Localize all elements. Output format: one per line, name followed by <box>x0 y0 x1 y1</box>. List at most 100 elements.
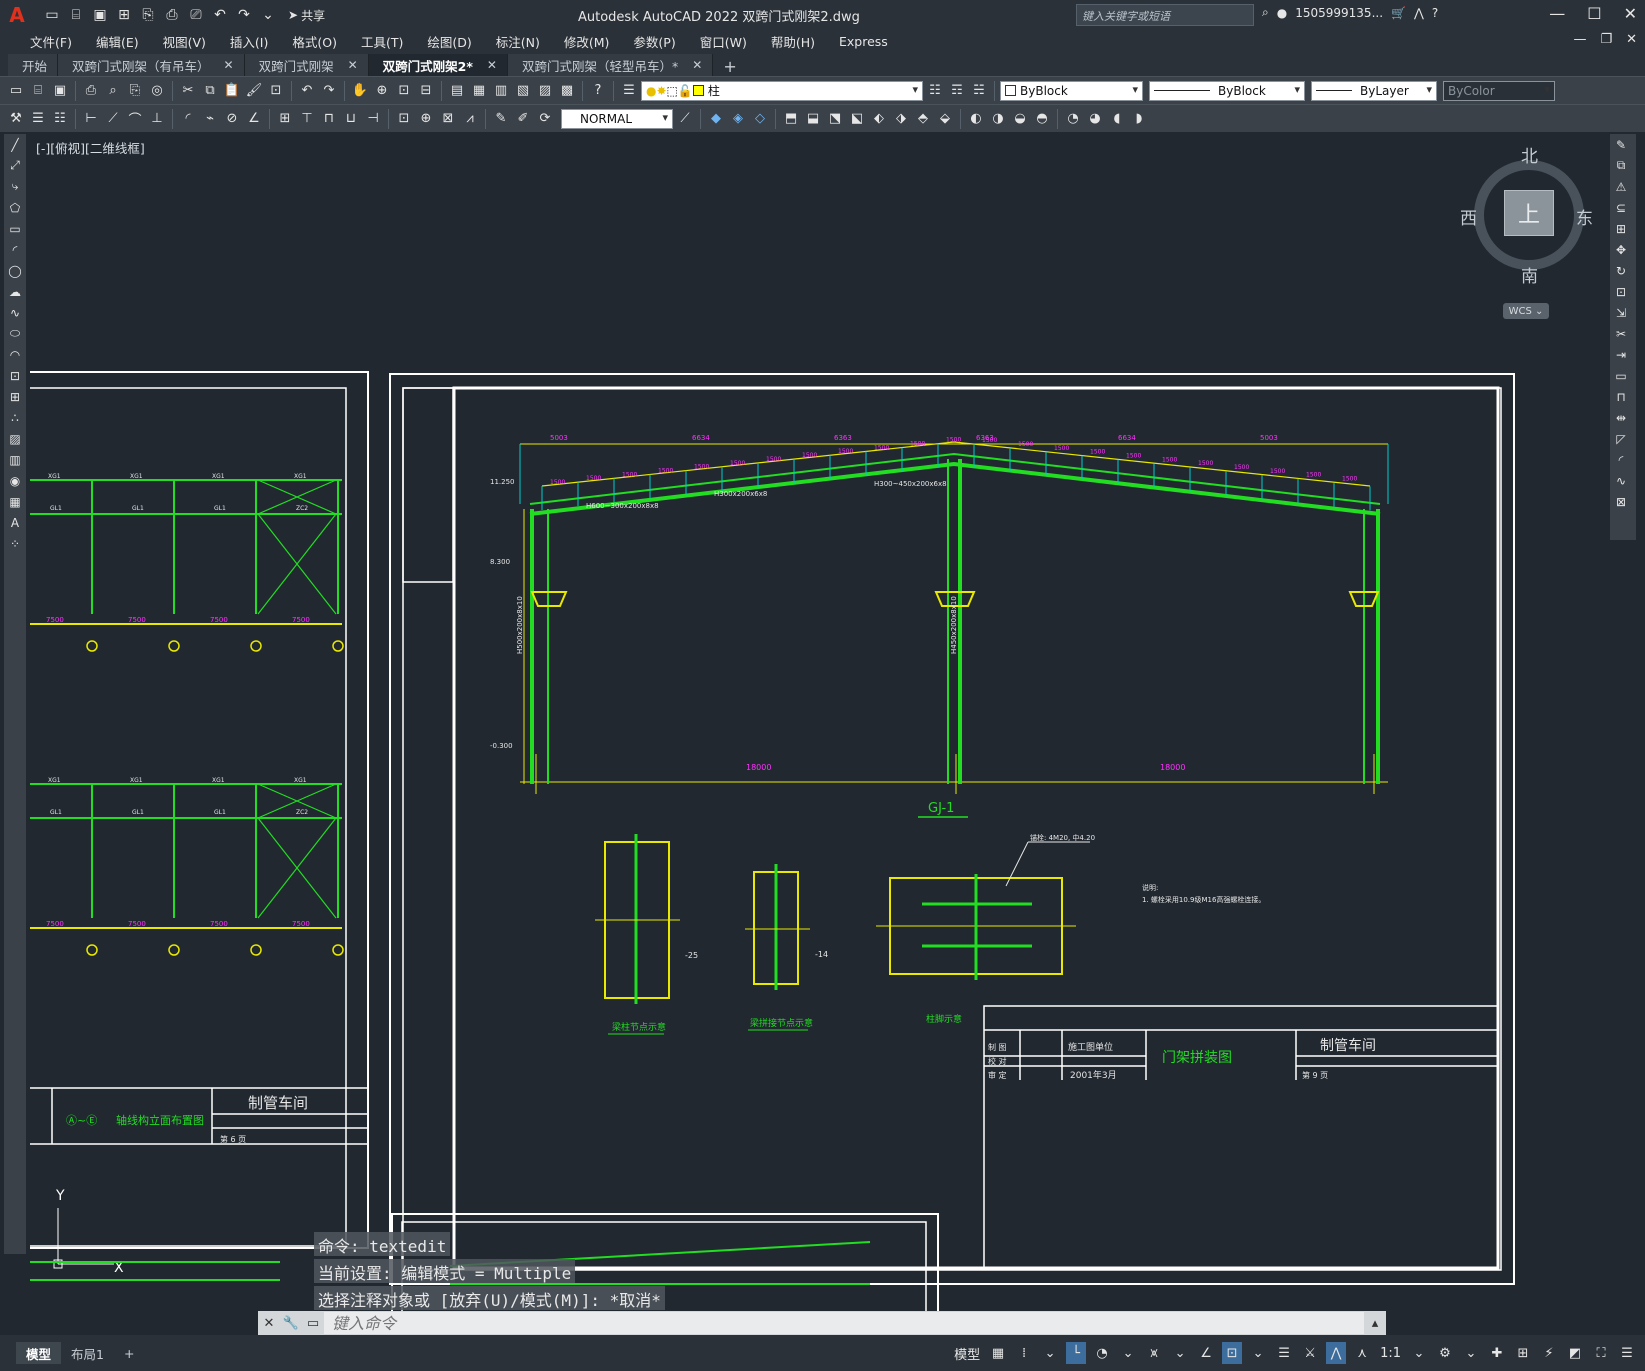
open-icon[interactable]: ⌸ <box>28 81 48 101</box>
scale-dropdown-icon[interactable]: ⌄ <box>1409 1342 1429 1364</box>
copy-object-icon[interactable]: ⧉ <box>1610 155 1632 176</box>
paste-icon[interactable]: 📋 <box>222 81 242 101</box>
dim-text-edit-icon[interactable]: ✐ <box>513 109 533 129</box>
search-input[interactable]: 键入关键字或短语 <box>1076 4 1254 26</box>
open-file-icon[interactable]: ⌸ <box>66 5 86 25</box>
menu-item[interactable]: 格式(O) <box>280 32 349 51</box>
dim-space-icon[interactable]: ⊔ <box>341 109 361 129</box>
offset-icon[interactable]: ⊆ <box>1610 197 1632 218</box>
properties-icon[interactable]: ▤ <box>447 81 467 101</box>
dim-jogged-icon[interactable]: ⌁ <box>200 109 220 129</box>
menu-item[interactable]: 视图(V) <box>151 32 218 51</box>
plot-icon[interactable]: ⎙ <box>81 81 101 101</box>
preview-icon[interactable]: ⌕ <box>103 81 123 101</box>
username[interactable]: 1505999135... <box>1295 6 1383 20</box>
compass-south[interactable]: 南 <box>1521 262 1538 287</box>
break-icon[interactable]: ⊓ <box>1610 386 1632 407</box>
model-space-button[interactable]: 模型 <box>952 1342 982 1364</box>
dim-update-icon[interactable]: ⟳ <box>535 109 555 129</box>
extend-icon[interactable]: ⇥ <box>1610 344 1632 365</box>
copy-icon[interactable]: ⧉ <box>200 81 220 101</box>
spline-icon[interactable]: ∿ <box>4 302 26 323</box>
wcs-menu-button[interactable]: WCS ⌄ <box>1503 303 1549 319</box>
add-selected-icon[interactable]: ⁘ <box>4 533 26 554</box>
quick-properties-icon[interactable]: ⚡ <box>1539 1342 1559 1364</box>
blend-curves-icon[interactable]: ∿ <box>1610 470 1632 491</box>
separate-icon[interactable]: ◒ <box>1010 109 1030 129</box>
gradient-icon[interactable]: ▥ <box>4 449 26 470</box>
erase-icon[interactable]: ✎ <box>1610 134 1632 155</box>
ortho-icon[interactable]: └ <box>1066 1342 1087 1364</box>
setup-icon[interactable]: ⬗ <box>891 109 911 129</box>
help-icon[interactable]: ? <box>588 81 608 101</box>
linetype-dropdown[interactable]: ByBlock <box>1149 80 1305 101</box>
file-tab[interactable]: 双跨门式刚架2* ✕ <box>368 54 508 76</box>
menu-item[interactable]: 工具(T) <box>349 32 415 51</box>
compass-west[interactable]: 西 <box>1460 204 1477 229</box>
zoom-previous-icon[interactable]: ⊟ <box>416 81 436 101</box>
annotation-visibility-icon[interactable]: ⋀ <box>1326 1342 1347 1364</box>
undo-icon[interactable]: ↶ <box>297 81 317 101</box>
zoom-realtime-icon[interactable]: ⊕ <box>372 81 392 101</box>
rectangle-icon[interactable]: ▭ <box>4 218 26 239</box>
plot-icon[interactable]: ⎚ <box>186 5 206 25</box>
dimstyle-dropdown[interactable]: NORMAL <box>561 108 673 129</box>
lineweight-icon[interactable]: ☰ <box>1274 1342 1294 1364</box>
dim-baseline-icon[interactable]: ⊤ <box>297 109 317 129</box>
polygon-icon[interactable]: ⬠ <box>4 197 26 218</box>
new-tab-icon[interactable]: + <box>713 57 746 76</box>
dim-break-icon[interactable]: ⊣ <box>363 109 383 129</box>
qnew-icon[interactable]: ▭ <box>6 81 26 101</box>
redo-icon[interactable]: ↷ <box>234 5 254 25</box>
dim-radius-icon[interactable]: ◜ <box>178 109 198 129</box>
polar-dropdown-icon[interactable]: ⌄ <box>1118 1342 1138 1364</box>
object-snap-icon[interactable]: ⊡ <box>1222 1342 1243 1364</box>
layer-walk-icon[interactable]: ☷ <box>50 109 70 129</box>
lineweight-dropdown[interactable]: ByLayer <box>1311 80 1437 101</box>
autodesk-app-icon[interactable]: ⋀ <box>1414 6 1424 20</box>
add-layout-icon[interactable]: + <box>114 1342 144 1364</box>
3d-box-icon[interactable]: ◆ <box>706 109 726 129</box>
materials-icon[interactable]: ◖ <box>1107 109 1127 129</box>
close-icon[interactable]: ✕ <box>1624 4 1637 23</box>
imprint-icon[interactable]: ◓ <box>1032 109 1052 129</box>
dim-edit-icon[interactable]: ✎ <box>491 109 511 129</box>
isolate-objects-icon[interactable]: ◩ <box>1565 1342 1585 1364</box>
design-center-icon[interactable]: ▦ <box>469 81 489 101</box>
tool-palettes-icon[interactable]: ▥ <box>491 81 511 101</box>
annotation-scale[interactable]: 1:1 <box>1378 1342 1403 1364</box>
revolve-icon[interactable]: ⬓ <box>803 109 823 129</box>
share-button[interactable]: ➤ 共享 <box>288 7 325 24</box>
menu-item[interactable]: 修改(M) <box>552 32 622 51</box>
doc-close-icon[interactable]: ✕ <box>1626 32 1637 47</box>
cut-icon[interactable]: ✂ <box>178 81 198 101</box>
markup-icon[interactable]: ▨ <box>535 81 555 101</box>
calculator-icon[interactable]: ▩ <box>557 81 577 101</box>
polyline-icon[interactable]: ⤷ <box>4 176 26 197</box>
grid-icon[interactable]: ▦ <box>988 1342 1008 1364</box>
close-command-line-icon[interactable]: ✕ <box>258 1312 280 1334</box>
3d-dwf-icon[interactable]: ◎ <box>147 81 167 101</box>
block-editor-icon[interactable]: ⊡ <box>266 81 286 101</box>
color-dropdown[interactable]: ByBlock <box>1000 80 1143 101</box>
open-web-icon[interactable]: ⎘ <box>138 5 158 25</box>
3d-cone-icon[interactable]: ◇ <box>750 109 770 129</box>
tab-close-icon[interactable]: ✕ <box>224 58 234 72</box>
transparency-icon[interactable]: ⚔ <box>1300 1342 1320 1364</box>
cart-icon[interactable]: 🛒 <box>1391 6 1406 20</box>
dim-style-icon[interactable]: ⟋ <box>675 109 695 129</box>
tab-close-icon[interactable]: ✕ <box>348 58 358 72</box>
make-block-icon[interactable]: ⊞ <box>4 386 26 407</box>
file-tab[interactable]: 双跨门式刚架 ✕ <box>244 54 369 76</box>
zoom-window-icon[interactable]: ⊡ <box>394 81 414 101</box>
workspace-icon[interactable]: ⚒ <box>6 109 26 129</box>
hatch-icon[interactable]: ▨ <box>4 428 26 449</box>
dim-arc-icon[interactable]: ⌒ <box>125 109 145 129</box>
rotate-icon[interactable]: ↻ <box>1610 260 1632 281</box>
match-properties-icon[interactable]: 🖌 <box>244 81 264 101</box>
explode-icon[interactable]: ⊠ <box>1610 491 1632 512</box>
isodraft-icon[interactable]: ⩙ <box>1144 1342 1164 1364</box>
array-icon[interactable]: ⊞ <box>1610 218 1632 239</box>
snap-dropdown-icon[interactable]: ⌄ <box>1040 1342 1060 1364</box>
shell-icon[interactable]: ◑ <box>988 109 1008 129</box>
